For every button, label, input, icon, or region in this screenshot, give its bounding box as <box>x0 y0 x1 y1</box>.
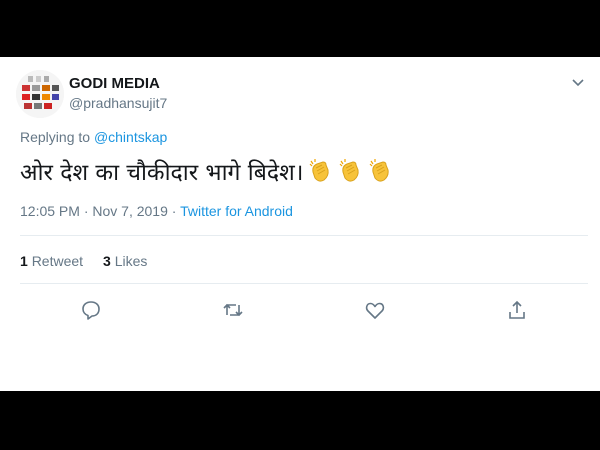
divider <box>20 235 588 236</box>
clapping-hands-icon <box>340 159 360 182</box>
replying-to-link[interactable]: @chintskap <box>94 129 167 145</box>
tweet-text-body: ओर देश का चौकीदार भागे बिदेश। <box>20 160 304 186</box>
retweet-icon[interactable] <box>222 299 244 321</box>
tweet-text: ओर देश का चौकीदार भागे बिदेश। <box>20 155 393 187</box>
tweet-card: GODI MEDIA @pradhansujit7 Replying to @c… <box>0 57 600 391</box>
like-icon[interactable] <box>364 299 386 321</box>
clapping-hands-icon <box>370 159 390 182</box>
user-handle[interactable]: @pradhansujit7 <box>69 95 167 111</box>
replying-to: Replying to @chintskap <box>20 129 167 145</box>
clapping-hands-icon <box>310 159 330 182</box>
replying-to-label: Replying to <box>20 129 91 145</box>
tweet-stats: 1 Retweet 3 Likes <box>20 253 147 269</box>
likes-label: Likes <box>114 253 148 269</box>
tweet-meta: 12:05 PM · Nov 7, 2019 · Twitter for And… <box>20 203 293 219</box>
share-icon[interactable] <box>506 299 528 321</box>
timestamp[interactable]: 12:05 PM · Nov 7, 2019 <box>20 203 168 219</box>
reply-icon[interactable] <box>80 299 102 321</box>
display-name[interactable]: GODI MEDIA <box>69 75 160 92</box>
retweet-label: Retweet <box>31 253 84 269</box>
tweet-source[interactable]: Twitter for Android <box>180 203 293 219</box>
retweet-stat[interactable]: 1 Retweet <box>20 253 83 269</box>
likes-stat[interactable]: 3 Likes <box>103 253 147 269</box>
like-count: 3 <box>103 253 111 269</box>
retweet-count: 1 <box>20 253 28 269</box>
meta-separator: · <box>171 203 177 219</box>
action-bar <box>0 299 600 325</box>
chevron-down-icon[interactable] <box>570 74 586 90</box>
divider <box>20 283 588 284</box>
avatar[interactable] <box>16 70 64 118</box>
